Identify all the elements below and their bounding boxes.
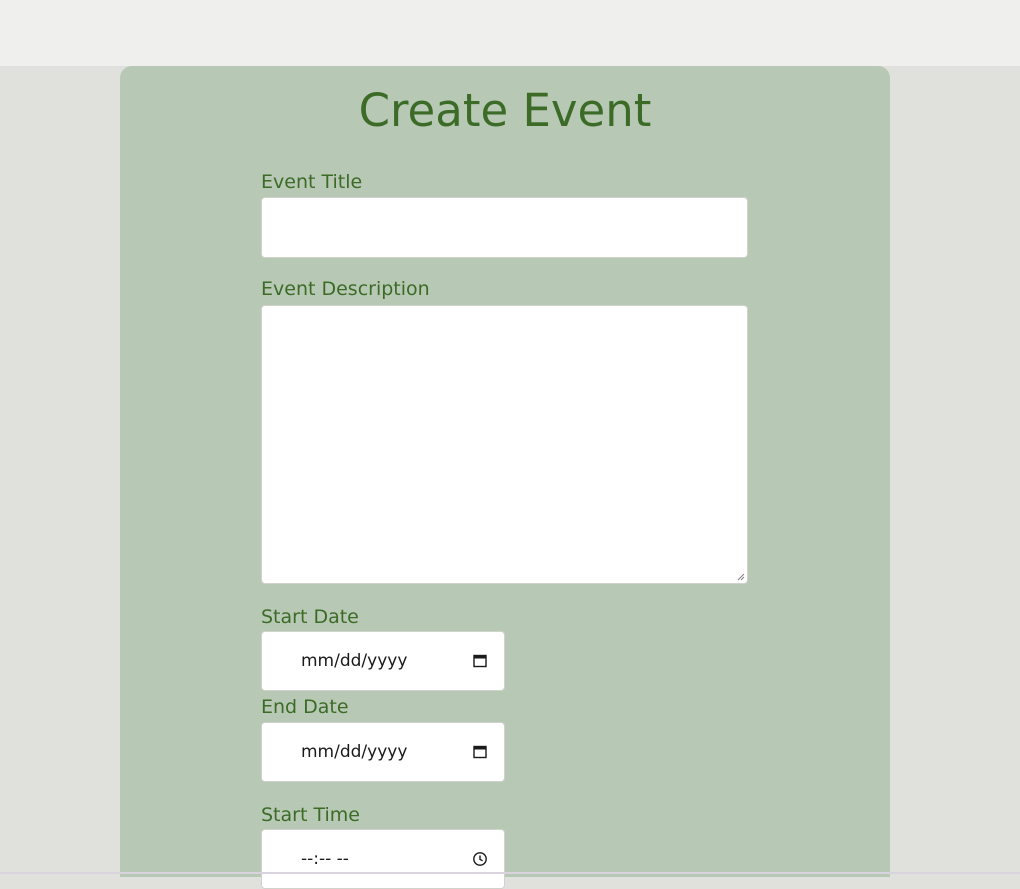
event-description-label: Event Description (261, 278, 430, 300)
browser-top-band (0, 0, 1020, 66)
event-description-textarea[interactable] (261, 305, 748, 584)
event-title-label: Event Title (261, 171, 363, 193)
event-title-input[interactable] (261, 197, 748, 258)
create-event-card: Create Event Event Title Event Descripti… (120, 66, 890, 889)
end-date-label: End Date (261, 696, 349, 718)
calendar-icon[interactable] (472, 744, 488, 760)
start-date-placeholder: mm/dd/yyyy (301, 651, 408, 671)
clock-icon[interactable] (472, 851, 488, 867)
page-title: Create Event (358, 84, 652, 137)
end-date-input[interactable]: mm/dd/yyyy (261, 722, 505, 782)
end-date-placeholder: mm/dd/yyyy (301, 742, 408, 762)
start-time-placeholder: --:-- -- (301, 849, 349, 869)
resize-grip-icon[interactable] (737, 573, 745, 581)
start-time-input[interactable]: --:-- -- (261, 829, 505, 889)
viewport-bottom-edge (0, 872, 1020, 874)
calendar-icon[interactable] (472, 653, 488, 669)
start-time-label: Start Time (261, 804, 360, 826)
start-date-input[interactable]: mm/dd/yyyy (261, 631, 505, 691)
start-date-label: Start Date (261, 606, 359, 628)
